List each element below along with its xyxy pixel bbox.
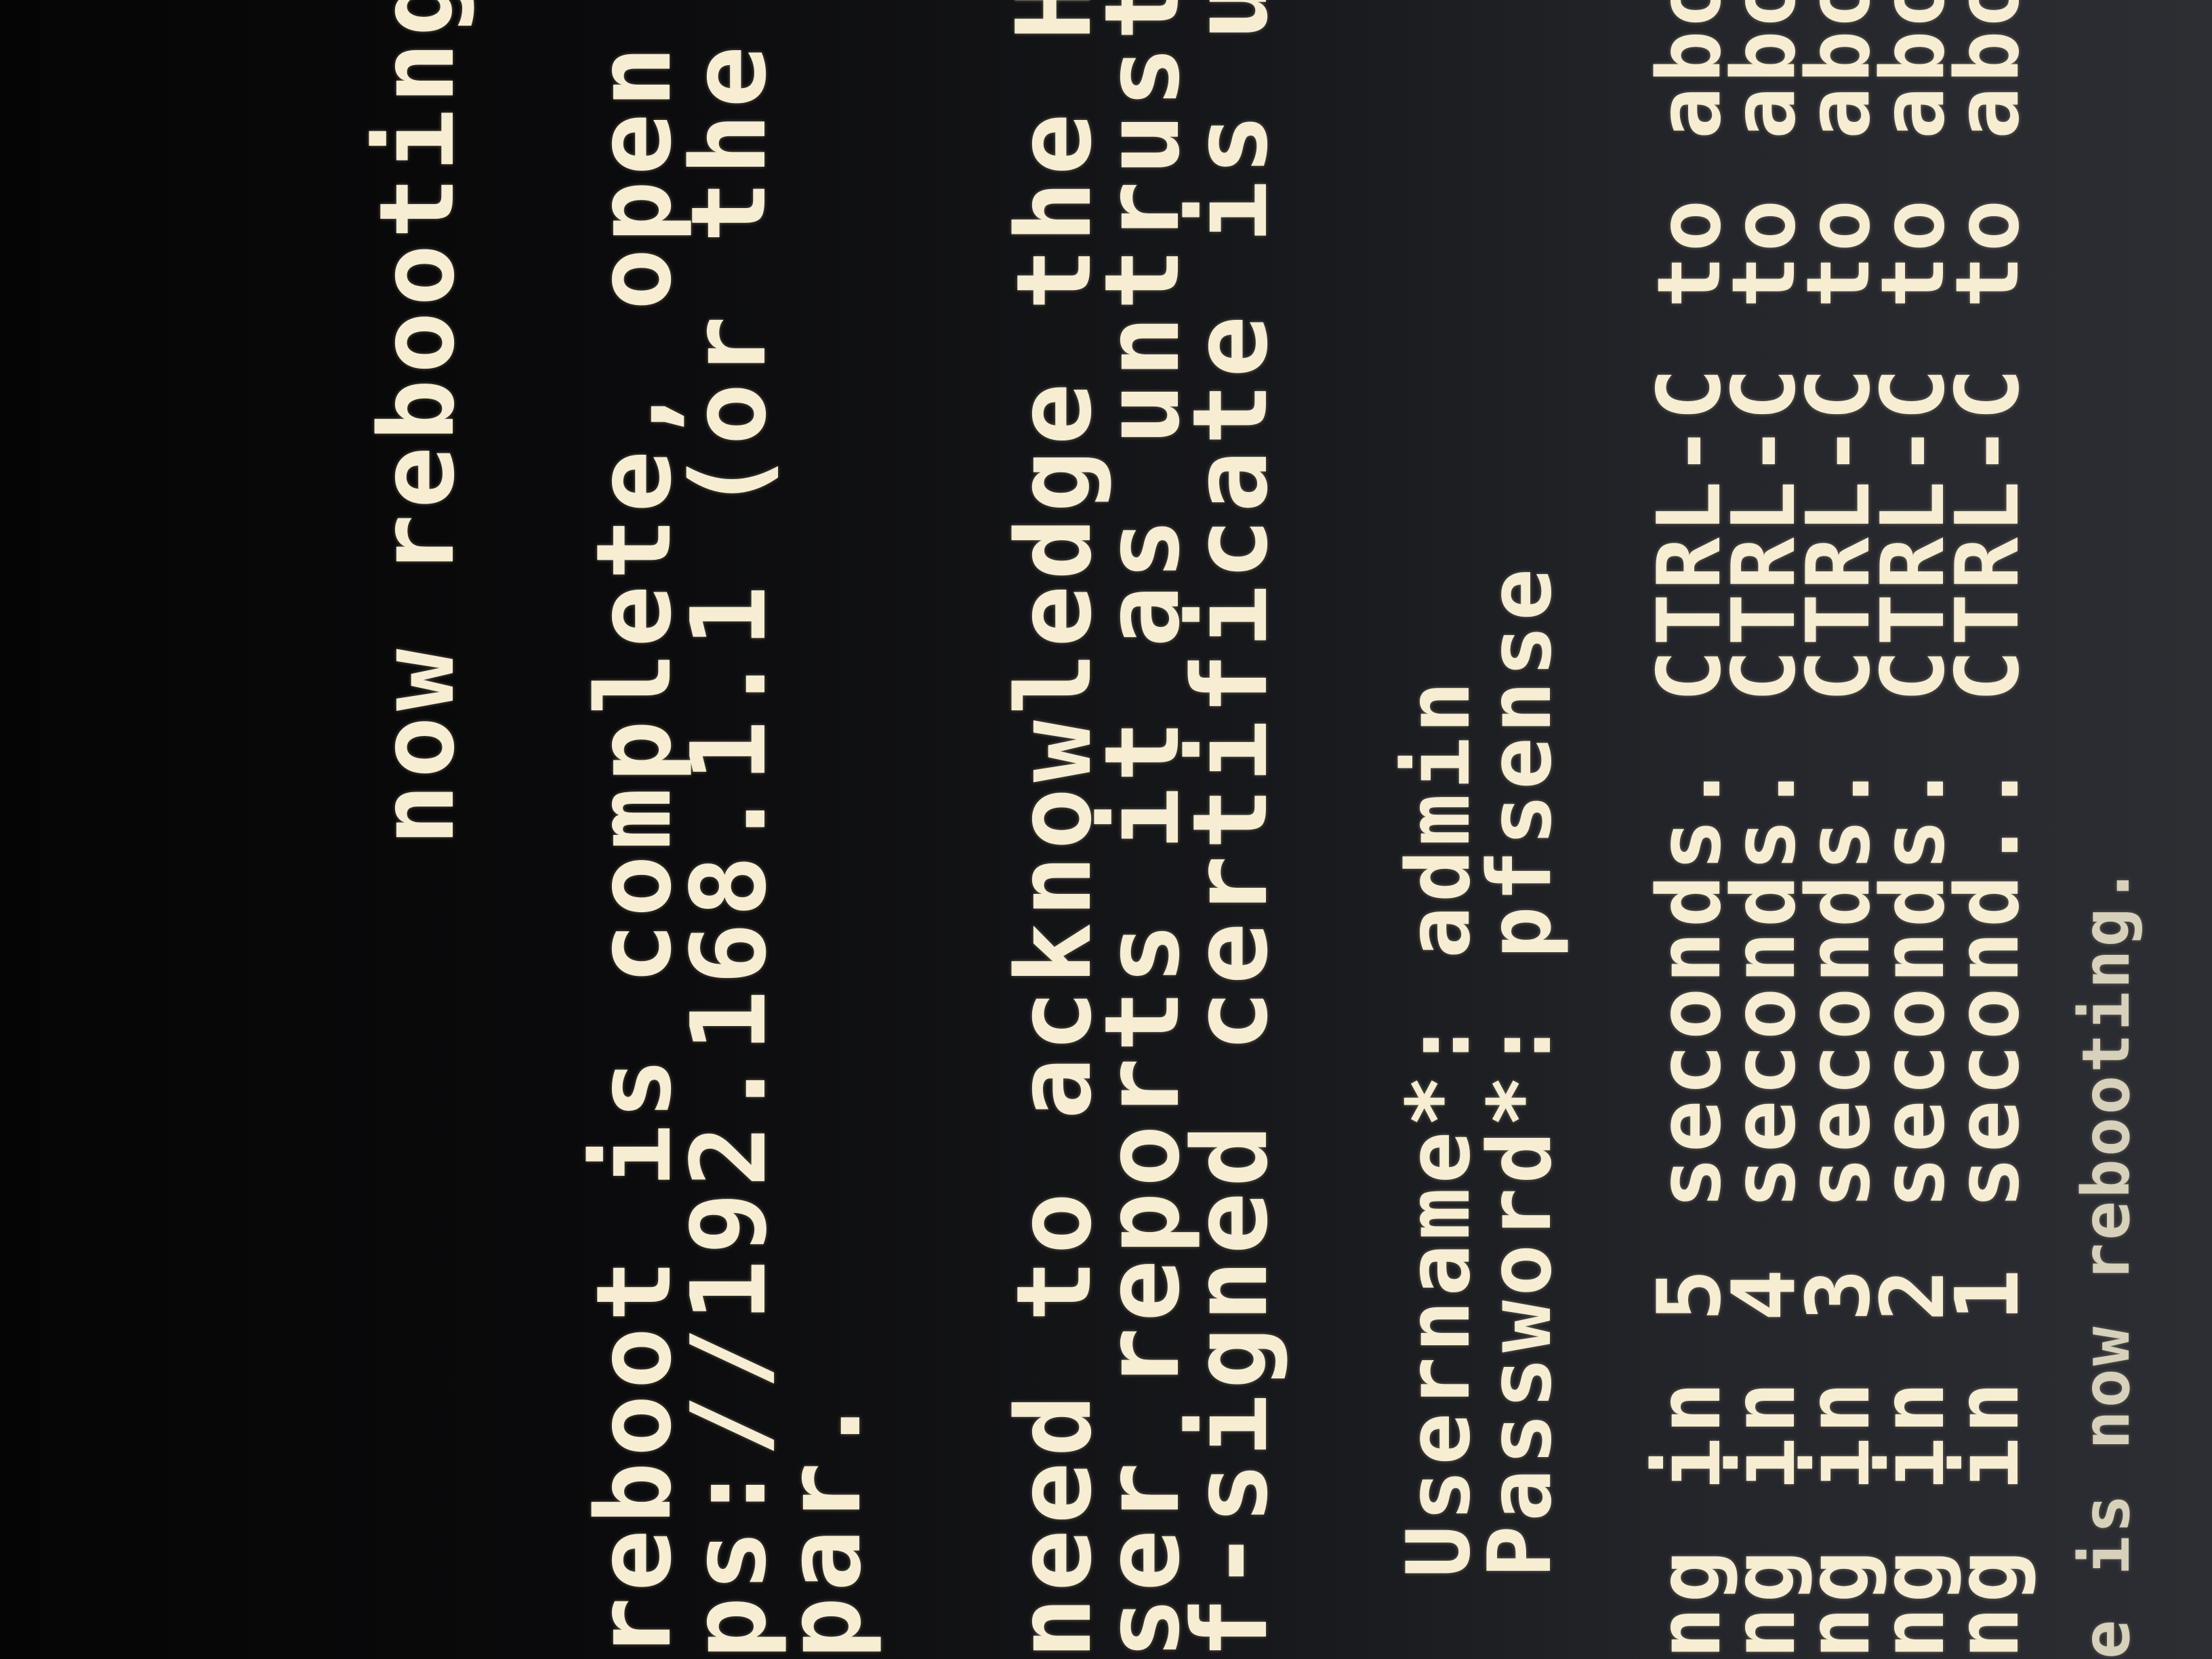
console-line: ng in 1 second.. CTRL-C to abort. <box>1938 0 2039 1659</box>
console-line: f-signed certificate is used by <box>1170 0 1290 1659</box>
console-line: Password*: pfsense <box>1470 564 1571 1578</box>
console-line: e is now rebooting. <box>2068 863 2144 1659</box>
console-line: now rebooting <box>357 0 477 846</box>
photo-of-monitor: now rebooting reboot is complete, open a… <box>0 0 2212 1659</box>
console-output: now rebooting reboot is complete, open a… <box>0 0 2212 1659</box>
console-line: par. <box>764 1389 884 1659</box>
